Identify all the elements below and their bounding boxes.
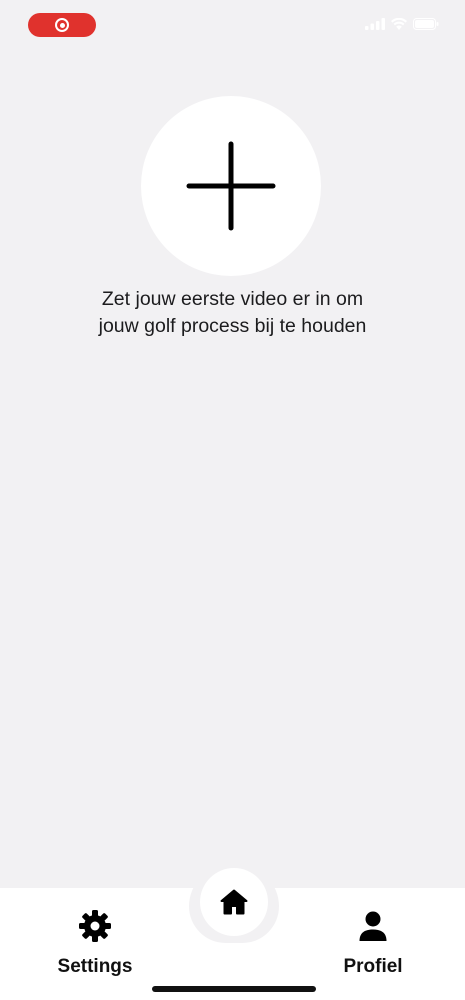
status-bar [0, 0, 465, 50]
empty-state-message: Zet jouw eerste video er in om jouw golf… [98, 288, 367, 337]
status-icons [365, 18, 439, 30]
screen-recording-indicator[interactable] [28, 13, 96, 37]
nav-settings[interactable]: Settings [50, 906, 140, 978]
home-indicator[interactable] [152, 986, 316, 992]
home-icon [220, 889, 248, 915]
gear-icon [78, 906, 112, 946]
battery-icon [413, 18, 439, 30]
nav-profile[interactable]: Profiel [327, 906, 419, 978]
screen-recording-icon [55, 18, 69, 32]
person-icon [358, 906, 388, 946]
wifi-icon [391, 18, 407, 30]
home-button[interactable] [200, 868, 268, 936]
cellular-signal-icon [365, 18, 385, 30]
nav-profile-label: Profiel [343, 956, 403, 977]
nav-settings-label: Settings [57, 956, 133, 977]
plus-icon [186, 141, 276, 231]
add-video-button[interactable] [141, 96, 321, 276]
